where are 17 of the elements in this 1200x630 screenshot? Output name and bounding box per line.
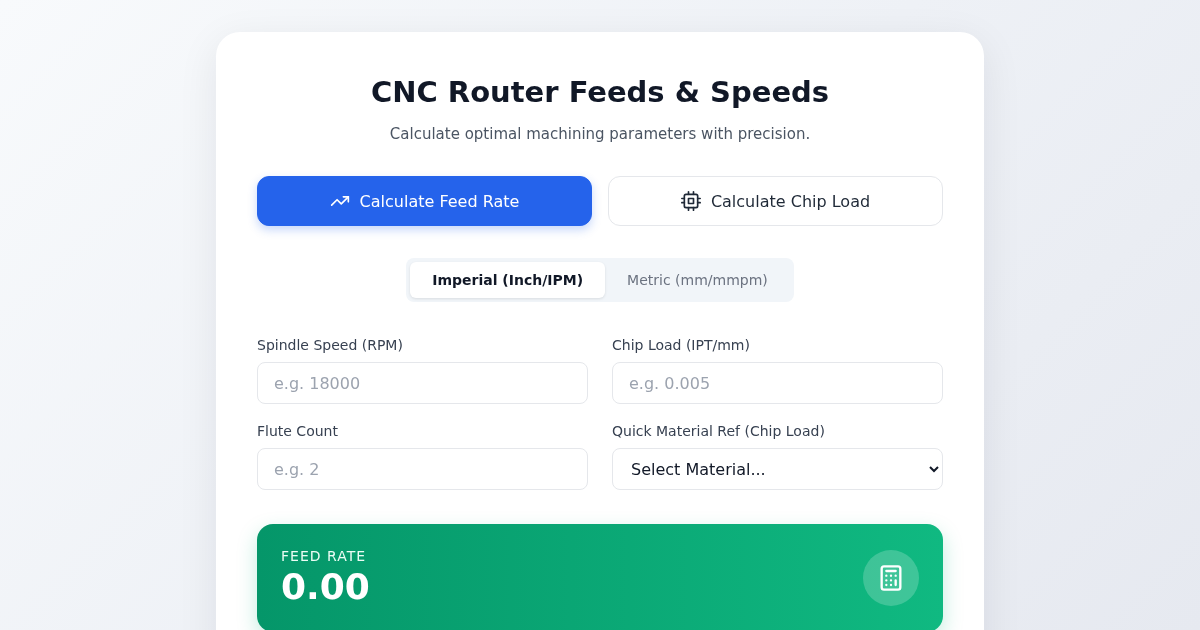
field-label: Spindle Speed (RPM) xyxy=(257,336,404,354)
page-subtitle: Calculate optimal machining parameters with precision. xyxy=(388,124,812,144)
unit-tab[interactable]: Imperial (Inch/IPM) xyxy=(410,262,606,298)
input-field[interactable]: e.g. 2 xyxy=(257,448,588,490)
mode-button[interactable]: Calculate Feed Rate xyxy=(257,176,592,226)
input-field[interactable]: e.g. 0.005 xyxy=(612,362,943,404)
select-field[interactable]: Select Material... xyxy=(612,448,943,490)
input-field[interactable]: e.g. 18000 xyxy=(257,362,588,404)
field-label: Chip Load (IPT/mm) xyxy=(612,336,751,354)
result-label: FEED RATE xyxy=(281,547,368,565)
mode-button[interactable]: Calculate Chip Load xyxy=(608,176,943,226)
unit-tab[interactable]: Metric (mm/mmpm) xyxy=(605,262,790,298)
field-label: Quick Material Ref (Chip Load) xyxy=(612,422,826,440)
field-label: Flute Count xyxy=(257,422,339,440)
result-value: 0.00 xyxy=(281,565,370,609)
page-title: CNC Router Feeds & Speeds xyxy=(369,74,831,111)
chip-icon xyxy=(680,191,701,211)
